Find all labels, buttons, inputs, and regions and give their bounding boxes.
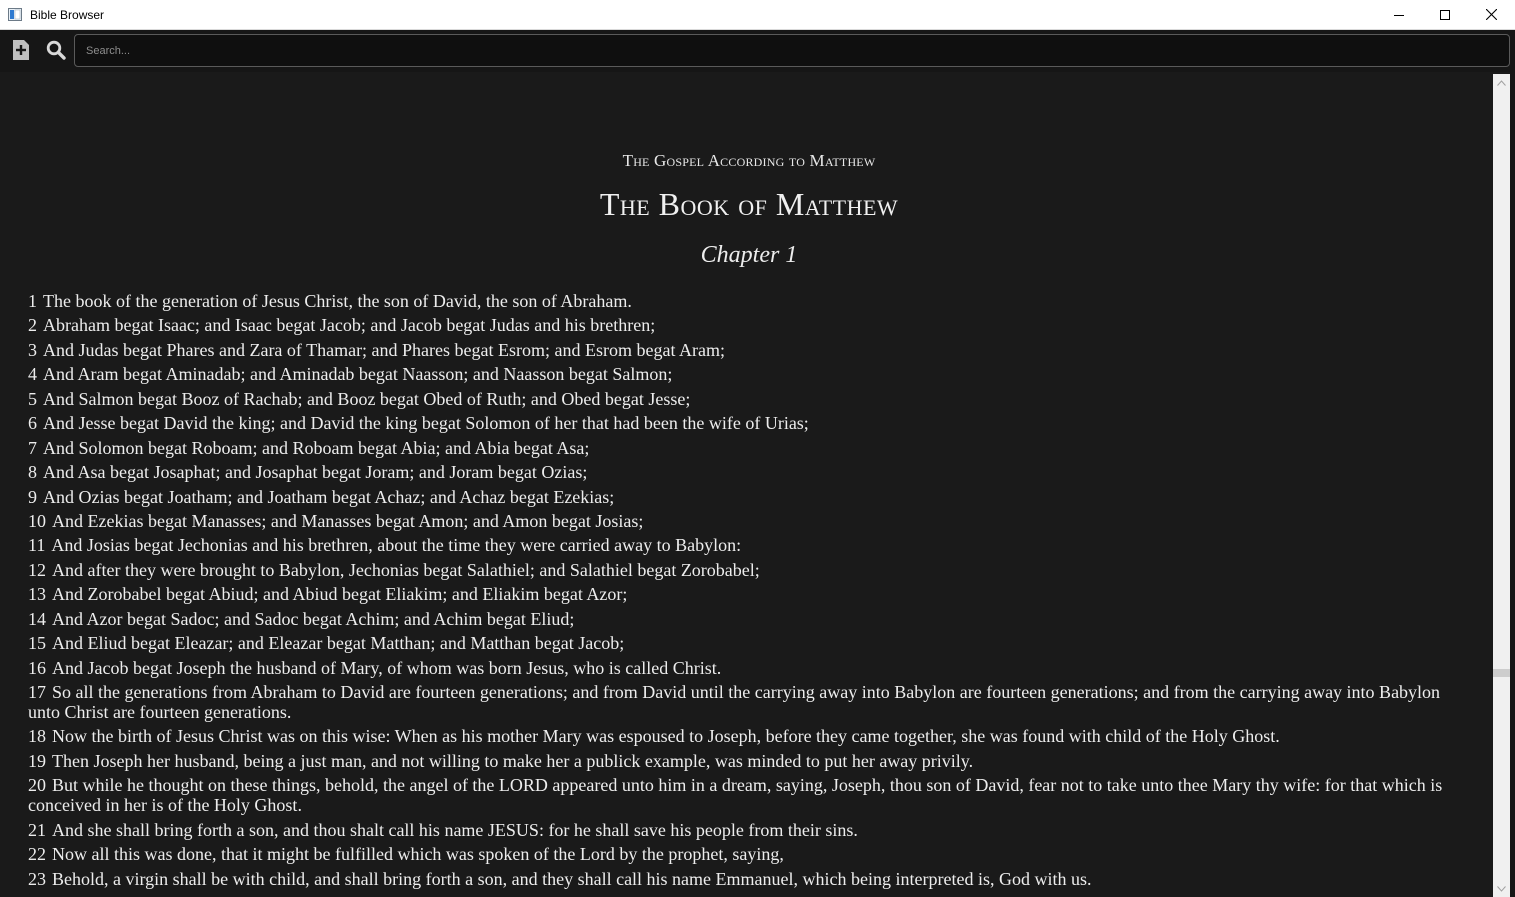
verse: 21 And she shall bring forth a son, and t… bbox=[28, 820, 1460, 840]
verse: 8 And Asa begat Josaphat; and Josaphat be… bbox=[28, 462, 1460, 482]
verse: 14 And Azor begat Sadoc; and Sadoc begat … bbox=[28, 609, 1460, 629]
verse-text: And Zorobabel begat Abiud; and Abiud beg… bbox=[52, 584, 628, 605]
verse-number: 4 bbox=[28, 364, 37, 385]
verse: 9 And Ozias begat Joatham; and Joatham be… bbox=[28, 487, 1460, 507]
vertical-scrollbar[interactable] bbox=[1493, 74, 1510, 897]
verse-number: 6 bbox=[28, 413, 37, 434]
app-window: Bible Browser Search... The Gospel Accor… bbox=[0, 0, 1515, 897]
verse-number: 21 bbox=[28, 819, 46, 840]
verse-number: 11 bbox=[28, 535, 46, 556]
verse-text: And Eliud begat Eleazar; and Eleazar beg… bbox=[52, 633, 625, 654]
verse-text: And Asa begat Josaphat; and Josaphat beg… bbox=[43, 462, 588, 483]
verse-text: But while he thought on these things, be… bbox=[28, 775, 1443, 816]
book-subtitle: The Gospel According to Matthew bbox=[622, 151, 876, 170]
verse-text: And Jesse begat David the king; and Davi… bbox=[43, 413, 809, 434]
minimize-icon bbox=[1394, 14, 1404, 16]
verse-number: 7 bbox=[28, 437, 37, 458]
verse-number: 14 bbox=[28, 608, 46, 629]
verse: 7 And Solomon begat Roboam; and Roboam be… bbox=[28, 438, 1460, 458]
verse-text: And Ozias begat Joatham; and Joatham beg… bbox=[43, 486, 615, 507]
verse-text: Behold, a virgin shall be with child, an… bbox=[52, 868, 1092, 889]
verse: 11 And Josias begat Jechonias and his bre… bbox=[28, 535, 1460, 555]
add-button[interactable] bbox=[10, 39, 32, 61]
chevron-up-icon bbox=[1497, 79, 1506, 86]
verse: 15 And Eliud begat Eleazar; and Eleazar b… bbox=[28, 633, 1460, 653]
scroll-thumb[interactable] bbox=[1493, 669, 1510, 677]
verse: 17 So all the generations from Abraham to… bbox=[28, 682, 1460, 722]
verse: 20 But while he thought on these things, … bbox=[28, 775, 1460, 815]
verse-number: 23 bbox=[28, 868, 46, 889]
verse: 10 And Ezekias begat Manasses; and Manass… bbox=[28, 511, 1460, 531]
verse: 13 And Zorobabel begat Abiud; and Abiud b… bbox=[28, 584, 1460, 604]
verse-number: 18 bbox=[28, 726, 46, 747]
chapter-title: Chapter 1 bbox=[700, 242, 798, 268]
verse: 12 And after they were brought to Babylon… bbox=[28, 560, 1460, 580]
verse: 16 And Jacob begat Joseph the husband of … bbox=[28, 658, 1460, 678]
verse-number: 16 bbox=[28, 657, 46, 678]
verse-number: 20 bbox=[28, 775, 46, 796]
verse: 1 The book of the generation of Jesus Chr… bbox=[28, 291, 1460, 311]
verse: 19 Then Joseph her husband, being a just … bbox=[28, 751, 1460, 771]
verse-number: 19 bbox=[28, 750, 46, 771]
verse: 22 Now all this was done, that it might b… bbox=[28, 844, 1460, 864]
window-title: Bible Browser bbox=[30, 8, 105, 22]
verse-text: Then Joseph her husband, being a just ma… bbox=[52, 750, 974, 771]
toolbar bbox=[0, 30, 1515, 72]
verse-text: And Salmon begat Booz of Rachab; and Boo… bbox=[43, 388, 691, 409]
minimize-button[interactable] bbox=[1376, 0, 1422, 29]
add-document-icon bbox=[13, 40, 29, 60]
close-button[interactable] bbox=[1468, 0, 1514, 29]
verse-number: 5 bbox=[28, 388, 37, 409]
verse-text: And Solomon begat Roboam; and Roboam beg… bbox=[43, 437, 590, 458]
window-border bbox=[1510, 30, 1515, 897]
verse-number: 22 bbox=[28, 844, 46, 865]
chevron-down-icon bbox=[1497, 885, 1506, 892]
verse: 18 Now the birth of Jesus Christ was on t… bbox=[28, 726, 1460, 746]
verse-number: 10 bbox=[28, 510, 46, 531]
search-icon bbox=[46, 40, 66, 60]
verse-list: 1 The book of the generation of Jesus Chr… bbox=[28, 291, 1460, 893]
search-input[interactable] bbox=[74, 34, 1510, 67]
verse-text: Now the birth of Jesus Christ was on thi… bbox=[52, 726, 1280, 747]
verse-text: Abraham begat Isaac; and Isaac begat Jac… bbox=[43, 315, 656, 336]
verse-text: And Jacob begat Joseph the husband of Ma… bbox=[52, 657, 722, 678]
verse-text: Now all this was done, that it might be … bbox=[52, 844, 784, 865]
verse: 23 Behold, a virgin shall be with child, … bbox=[28, 869, 1460, 889]
verse-number: 12 bbox=[28, 559, 46, 580]
verse: 2 Abraham begat Isaac; and Isaac begat Ja… bbox=[28, 315, 1460, 335]
book-title: The Book of Matthew bbox=[599, 186, 899, 222]
verse-number: 1 bbox=[28, 291, 37, 311]
verse-text: And Aram begat Aminadab; and Aminadab be… bbox=[43, 364, 673, 385]
verse-text: The book of the generation of Jesus Chri… bbox=[43, 291, 632, 311]
verse-number: 2 bbox=[28, 315, 37, 336]
verse-number: 3 bbox=[28, 339, 37, 360]
verse-number: 13 bbox=[28, 584, 46, 605]
verse-text: And after they were brought to Babylon, … bbox=[52, 559, 760, 580]
maximize-icon bbox=[1440, 9, 1450, 20]
app-icon bbox=[8, 8, 22, 21]
verse-number: 8 bbox=[28, 462, 37, 483]
verse-text: And Judas begat Phares and Zara of Thama… bbox=[43, 339, 725, 360]
search-button[interactable] bbox=[45, 39, 67, 61]
verse-text: And Josias begat Jechonias and his breth… bbox=[51, 535, 742, 556]
verse: 4 And Aram begat Aminadab; and Aminadab b… bbox=[28, 364, 1460, 384]
scroll-down-button[interactable] bbox=[1493, 880, 1510, 897]
verse: 3 And Judas begat Phares and Zara of Tham… bbox=[28, 340, 1460, 360]
verse-text: And Azor begat Sadoc; and Sadoc begat Ac… bbox=[52, 608, 575, 629]
verse-text: And she shall bring forth a son, and tho… bbox=[52, 819, 858, 840]
verse-number: 15 bbox=[28, 633, 46, 654]
verse-number: 17 bbox=[28, 682, 46, 702]
maximize-button[interactable] bbox=[1422, 0, 1468, 29]
verse-number: 9 bbox=[28, 486, 37, 507]
close-icon bbox=[1485, 9, 1497, 20]
verse: 6 And Jesse begat David the king; and Dav… bbox=[28, 413, 1460, 433]
scroll-up-button[interactable] bbox=[1493, 74, 1510, 91]
reader-pane[interactable]: The Gospel According to Matthew The Book… bbox=[2, 74, 1492, 897]
verse: 5 And Salmon begat Booz of Rachab; and Bo… bbox=[28, 389, 1460, 409]
verse-text: And Ezekias begat Manasses; and Manasses… bbox=[52, 510, 644, 531]
title-bar[interactable]: Bible Browser bbox=[0, 0, 1515, 30]
verse-text: So all the generations from Abraham to D… bbox=[28, 682, 1441, 722]
